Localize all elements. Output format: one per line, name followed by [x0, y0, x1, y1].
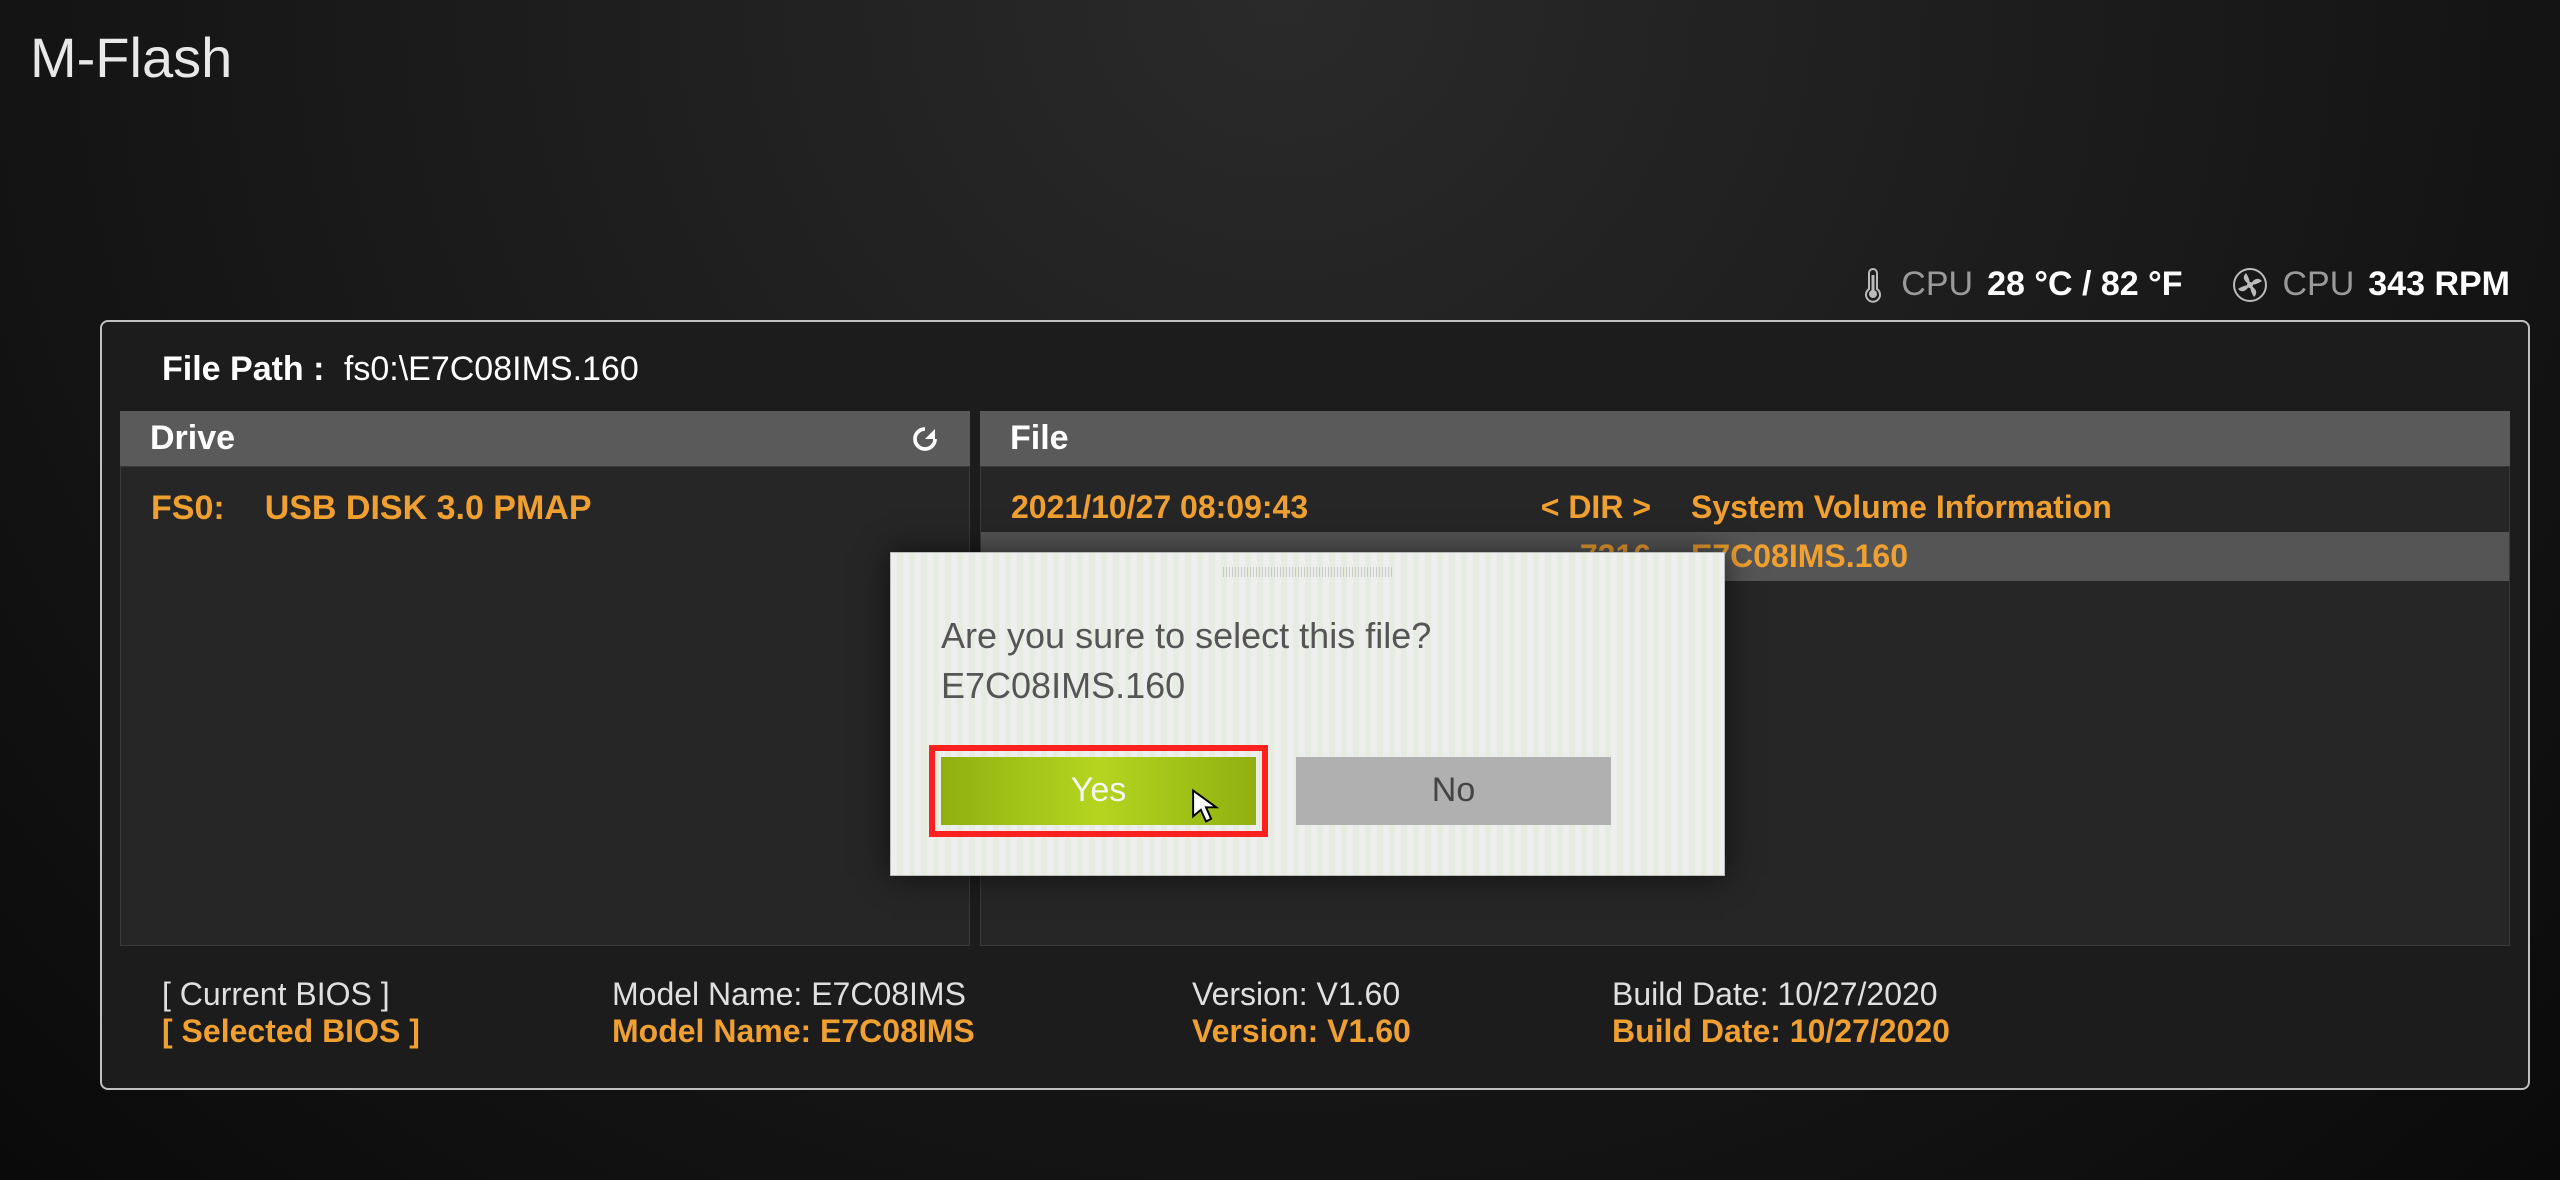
file-path-label: File Path :: [162, 350, 324, 388]
dialog-drag-handle[interactable]: [1223, 567, 1393, 577]
file-size: < DIR >: [1491, 489, 1691, 526]
fan-icon: [2232, 267, 2268, 303]
drive-list[interactable]: FS0: USB DISK 3.0 PMAP: [120, 466, 970, 946]
drive-pane-header: Drive: [120, 411, 970, 466]
confirm-dialog: Are you sure to select this file? E7C08I…: [890, 552, 1725, 876]
refresh-icon[interactable]: [910, 424, 940, 454]
page-title: M-Flash: [30, 25, 232, 90]
status-bar: CPU 28 °C / 82 °F CPU 343 RPM: [1859, 265, 2510, 304]
cpu-temp-value: 28 °C / 82 °F: [1987, 265, 2182, 304]
file-name: System Volume Information: [1691, 489, 2479, 526]
current-bios-model: Model Name: E7C08IMS: [612, 976, 1142, 1013]
selected-bios-row: [ Selected BIOS ] Model Name: E7C08IMS V…: [162, 1013, 2468, 1050]
dialog-line2: E7C08IMS.160: [941, 661, 1674, 711]
current-bios-date: Build Date: 10/27/2020: [1612, 976, 2468, 1013]
selected-bios-model: Model Name: E7C08IMS: [612, 1013, 1142, 1050]
dialog-message: Are you sure to select this file? E7C08I…: [941, 611, 1674, 712]
yes-button[interactable]: Yes: [941, 757, 1256, 825]
file-date: 2021/10/27 08:09:43: [1011, 489, 1491, 526]
thermometer-icon: [1859, 267, 1887, 303]
drive-pane: Drive FS0: USB DISK 3.0 PMAP: [120, 411, 970, 946]
cpu-fan-status: CPU 343 RPM: [2232, 265, 2510, 304]
file-name: E7C08IMS.160: [1691, 538, 2479, 575]
cpu-fan-label: CPU: [2282, 265, 2354, 304]
drive-label: USB DISK 3.0 PMAP: [265, 489, 592, 528]
cpu-temp-label: CPU: [1901, 265, 1973, 304]
bios-info-section: [ Current BIOS ] Model Name: E7C08IMS Ve…: [102, 946, 2528, 1088]
drive-header-label: Drive: [150, 419, 235, 458]
current-bios-version: Version: V1.60: [1192, 976, 1562, 1013]
cpu-temp-status: CPU 28 °C / 82 °F: [1859, 265, 2182, 304]
dialog-buttons: Yes No: [941, 757, 1674, 825]
drive-item[interactable]: FS0: USB DISK 3.0 PMAP: [121, 467, 969, 550]
selected-bios-version: Version: V1.60: [1192, 1013, 1562, 1050]
current-bios-row: [ Current BIOS ] Model Name: E7C08IMS Ve…: [162, 976, 2468, 1013]
file-path-row: File Path : fs0:\E7C08IMS.160: [102, 322, 2528, 411]
current-bios-label: [ Current BIOS ]: [162, 976, 562, 1013]
dialog-line1: Are you sure to select this file?: [941, 611, 1674, 661]
drive-id: FS0:: [151, 489, 225, 528]
file-header-label: File: [1010, 419, 1069, 458]
selected-bios-date: Build Date: 10/27/2020: [1612, 1013, 2468, 1050]
file-pane-header: File: [980, 411, 2510, 466]
selected-bios-label: [ Selected BIOS ]: [162, 1013, 562, 1050]
file-item[interactable]: 2021/10/27 08:09:43 < DIR > System Volum…: [981, 467, 2509, 532]
cpu-fan-value: 343 RPM: [2368, 265, 2510, 304]
file-path-value: fs0:\E7C08IMS.160: [344, 350, 639, 388]
no-button[interactable]: No: [1296, 757, 1611, 825]
